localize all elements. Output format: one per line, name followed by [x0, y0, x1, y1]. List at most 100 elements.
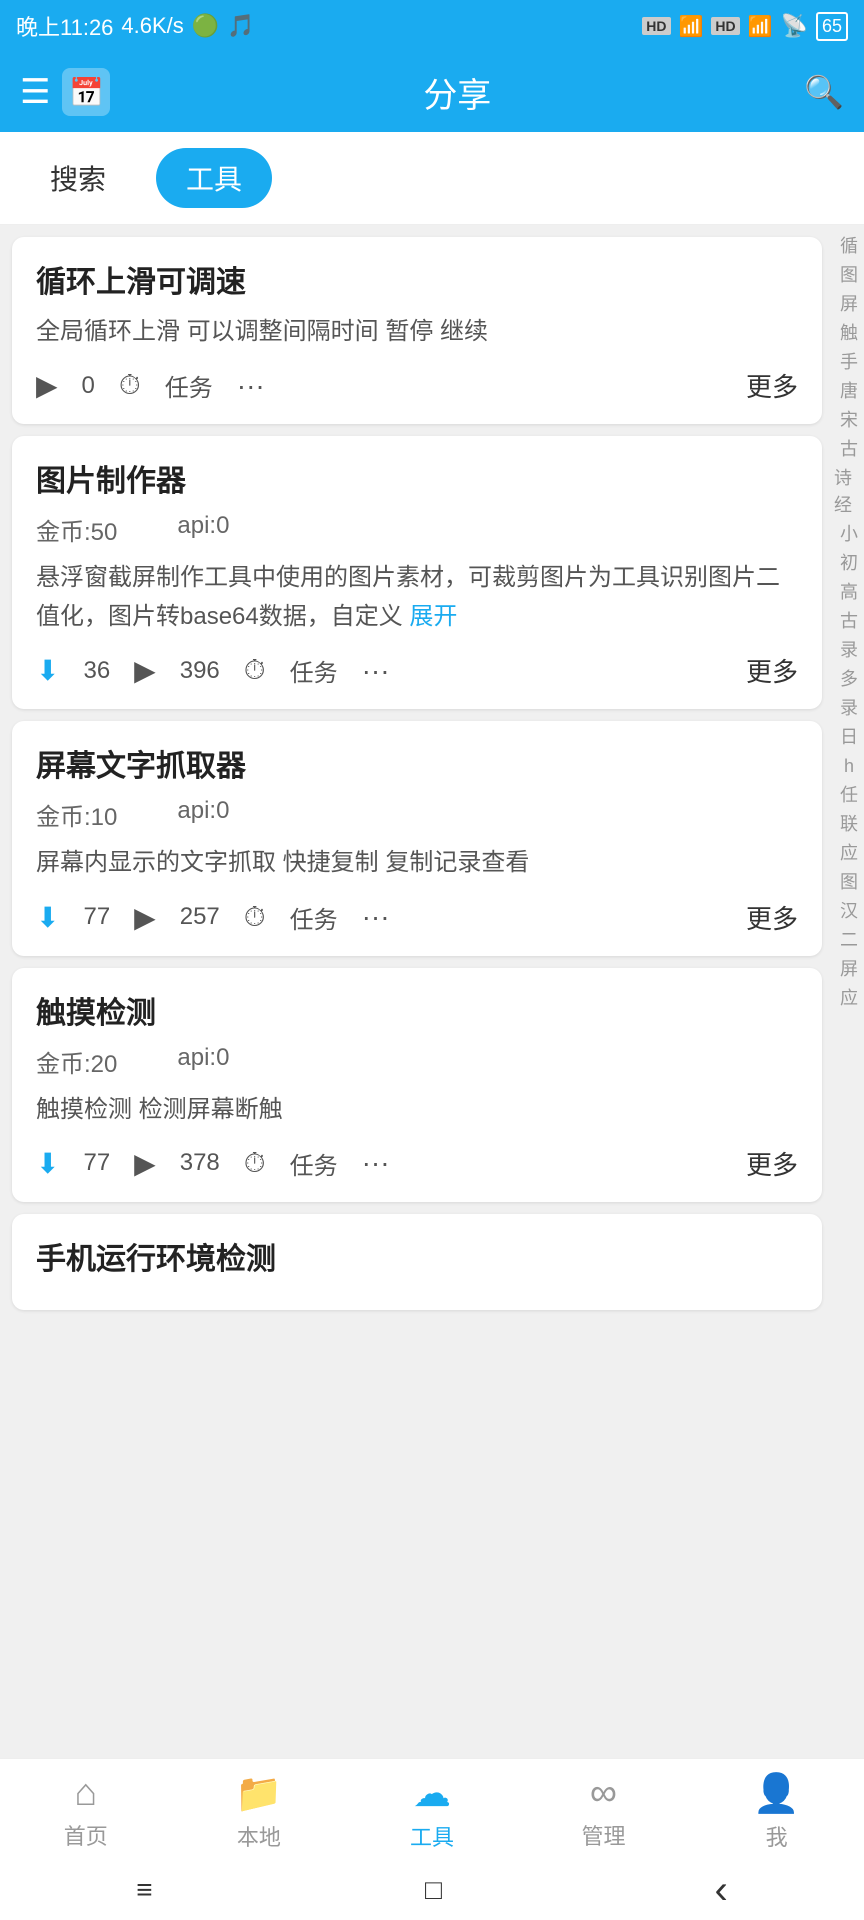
card-subtitle-3: 金币:10 api:0: [36, 797, 798, 832]
idx-16[interactable]: 日: [840, 724, 858, 751]
menu-icon[interactable]: ☰: [20, 72, 50, 112]
more-dots-3[interactable]: ···: [362, 901, 390, 933]
sidebar-index: 循 图 屏 触 手 唐 宋 古 诗经 小 初 高 古 录 多 录 日 h 任 联…: [834, 225, 864, 1020]
tab-search[interactable]: 搜索: [20, 148, 136, 208]
idx-10[interactable]: 初: [840, 550, 858, 577]
idx-9[interactable]: 小: [840, 521, 858, 548]
idx-4[interactable]: 手: [840, 349, 858, 376]
idx-12[interactable]: 古: [840, 608, 858, 635]
calendar-icon[interactable]: 📅: [62, 68, 110, 116]
card-desc-3: 屏幕内显示的文字抓取 快捷复制 复制记录查看: [36, 844, 798, 882]
nav-me[interactable]: 👤 我: [753, 1772, 800, 1852]
idx-11[interactable]: 高: [840, 579, 858, 606]
more-dots-2[interactable]: ···: [362, 655, 390, 687]
card-actions-3: ⬇ 77 ▶ 257 ⏱ 任务 ··· 更多: [36, 899, 798, 936]
more-text-4[interactable]: 更多: [746, 1145, 798, 1182]
idx-3[interactable]: 触: [840, 320, 858, 347]
idx-7[interactable]: 古: [840, 436, 858, 463]
timer-icon-3[interactable]: ⏱: [244, 901, 266, 934]
search-icon[interactable]: 🔍: [804, 73, 844, 111]
task-4[interactable]: 任务: [290, 1146, 338, 1181]
play-count-1: 0: [82, 372, 95, 400]
app-icon-1: 🟢: [192, 13, 219, 39]
play-icon-1[interactable]: ▶: [36, 369, 58, 402]
task-3[interactable]: 任务: [290, 900, 338, 935]
coin-4: 金币:20: [36, 1044, 117, 1079]
download-icon-4[interactable]: ⬇: [36, 1147, 59, 1180]
header-center: 分享: [110, 68, 804, 117]
nav-manage-label: 管理: [581, 1819, 625, 1851]
nav-manage[interactable]: ∞ 管理: [581, 1772, 625, 1851]
play-icon-4[interactable]: ▶: [134, 1147, 156, 1180]
play-icon-3[interactable]: ▶: [134, 901, 156, 934]
download-count-2: 36: [83, 657, 110, 685]
idx-20[interactable]: 应: [840, 840, 858, 867]
api-3: api:0: [177, 797, 229, 832]
idx-1[interactable]: 图: [840, 262, 858, 289]
expand-link-2[interactable]: 展开: [409, 603, 457, 630]
more-text-2[interactable]: 更多: [746, 652, 798, 689]
nav-home[interactable]: ⌂ 首页: [64, 1772, 108, 1851]
api-2: api:0: [177, 512, 229, 547]
hd-badge-2: HD: [711, 17, 739, 35]
nav-tools-label: 工具: [410, 1820, 454, 1852]
page-title: 分享: [423, 77, 491, 115]
task-2[interactable]: 任务: [290, 653, 338, 688]
play-count-3: 257: [180, 903, 220, 931]
timer-icon-2[interactable]: ⏱: [244, 654, 266, 687]
timer-icon-4[interactable]: ⏱: [244, 1147, 266, 1180]
sys-menu-btn[interactable]: ≡: [136, 1874, 152, 1906]
card-touch-detect: 触摸检测 金币:20 api:0 触摸检测 检测屏幕断触 ⬇ 77 ▶ 378 …: [12, 968, 822, 1202]
download-icon-3[interactable]: ⬇: [36, 901, 59, 934]
idx-8[interactable]: 诗经: [834, 465, 864, 519]
coin-3: 金币:10: [36, 797, 117, 832]
card-title-1: 循环上滑可调速: [36, 257, 798, 301]
bottom-nav: ⌂ 首页 📁 本地 ☁ 工具 ∞ 管理 👤 我: [0, 1758, 864, 1860]
nav-local-label: 本地: [237, 1820, 281, 1852]
idx-13[interactable]: 录: [840, 637, 858, 664]
idx-22[interactable]: 汉: [840, 898, 858, 925]
idx-0[interactable]: 循: [840, 233, 858, 260]
sys-back-btn[interactable]: ‹: [714, 1868, 727, 1913]
home-icon: ⌂: [74, 1772, 97, 1815]
idx-14[interactable]: 多: [840, 666, 858, 693]
timer-icon-1[interactable]: ⏱: [119, 369, 141, 402]
tab-tools[interactable]: 工具: [156, 148, 272, 208]
status-bar: 晚上11:26 4.6K/s 🟢 🎵 HD 📶 HD 📶 📡 65: [0, 0, 864, 52]
idx-15[interactable]: 录: [840, 695, 858, 722]
signal-icon-1: 📶: [679, 14, 704, 39]
idx-18[interactable]: 任: [840, 782, 858, 809]
card-desc-2: 悬浮窗截屏制作工具中使用的图片素材，可裁剪图片为工具识别图片二值化，图片转bas…: [36, 559, 798, 636]
api-4: api:0: [177, 1044, 229, 1079]
more-text-3[interactable]: 更多: [746, 899, 798, 936]
play-count-2: 396: [180, 657, 220, 685]
more-text-1[interactable]: 更多: [746, 367, 798, 404]
local-icon: 📁: [235, 1772, 282, 1816]
idx-2[interactable]: 屏: [840, 291, 858, 318]
play-count-4: 378: [180, 1149, 220, 1177]
card-subtitle-4: 金币:20 api:0: [36, 1044, 798, 1079]
idx-25[interactable]: 应: [840, 985, 858, 1012]
sys-home-btn[interactable]: □: [425, 1874, 442, 1906]
card-actions-2: ⬇ 36 ▶ 396 ⏱ 任务 ··· 更多: [36, 652, 798, 689]
download-icon-2[interactable]: ⬇: [36, 654, 59, 687]
card-actions-4: ⬇ 77 ▶ 378 ⏱ 任务 ··· 更多: [36, 1145, 798, 1182]
card-subtitle-2: 金币:50 api:0: [36, 512, 798, 547]
idx-6[interactable]: 宋: [840, 407, 858, 434]
play-icon-2[interactable]: ▶: [134, 654, 156, 687]
idx-21[interactable]: 图: [840, 869, 858, 896]
system-nav: ≡ □ ‹: [0, 1860, 864, 1920]
idx-5[interactable]: 唐: [840, 378, 858, 405]
more-dots-1[interactable]: ···: [237, 370, 265, 402]
card-text-capture: 屏幕文字抓取器 金币:10 api:0 屏幕内显示的文字抓取 快捷复制 复制记录…: [12, 721, 822, 955]
more-dots-4[interactable]: ···: [362, 1147, 390, 1179]
idx-19[interactable]: 联: [840, 811, 858, 838]
nav-local[interactable]: 📁 本地: [235, 1772, 282, 1852]
idx-23[interactable]: 二: [840, 927, 858, 954]
idx-17[interactable]: h: [844, 753, 854, 780]
nav-tools[interactable]: ☁ 工具: [410, 1771, 454, 1852]
nav-home-label: 首页: [64, 1819, 108, 1851]
task-1[interactable]: 任务: [165, 368, 213, 403]
idx-24[interactable]: 屏: [840, 956, 858, 983]
card-title-4: 触摸检测: [36, 988, 798, 1032]
